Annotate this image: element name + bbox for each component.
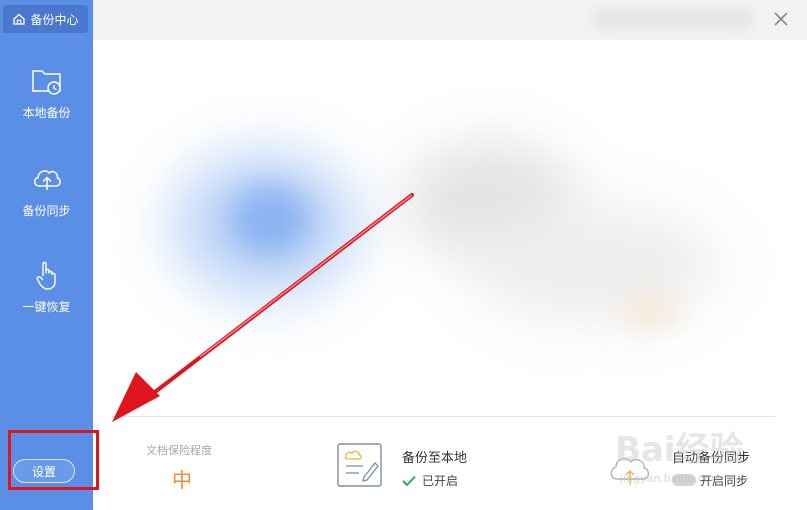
- home-icon: [13, 13, 26, 25]
- local-backup-icon: [337, 443, 382, 487]
- divider: [112, 416, 775, 417]
- sidebar-item-local-backup[interactable]: 本地备份: [0, 64, 93, 121]
- folder-clock-icon: [31, 70, 61, 95]
- hand-pointer-icon: [36, 261, 56, 290]
- sidebar-item-label: 备份同步: [22, 204, 71, 218]
- auto-sync-title: 自动备份同步: [672, 451, 751, 466]
- blurred-title-area: [593, 8, 753, 30]
- title-bar: [93, 0, 807, 40]
- protection-level-label: 文档保险程度: [146, 444, 212, 457]
- sidebar-item-backup-sync[interactable]: 备份同步: [0, 162, 93, 219]
- sidebar-item-label: 本地备份: [22, 106, 71, 120]
- cloud-upload-icon: [33, 170, 61, 190]
- local-backup-title: 备份至本地: [402, 451, 468, 466]
- brand-button[interactable]: 备份中心: [3, 5, 88, 33]
- close-icon[interactable]: [772, 10, 790, 28]
- brand-label: 备份中心: [30, 12, 79, 27]
- protection-level-value: 中: [172, 468, 192, 492]
- blurred-content: [230, 185, 310, 255]
- blurred-content: [620, 290, 680, 330]
- local-backup-status: 已开启: [402, 472, 458, 489]
- blurred-content: [470, 210, 720, 320]
- cloud-sync-icon: [610, 457, 650, 485]
- sidebar-item-one-click-restore[interactable]: 一键恢复: [0, 258, 93, 315]
- check-icon: [402, 475, 416, 486]
- auto-sync-status[interactable]: 开启同步: [700, 472, 748, 489]
- sync-toggle[interactable]: [672, 474, 696, 486]
- sidebar-item-label: 一键恢复: [22, 300, 71, 314]
- local-backup-status-text: 已开启: [422, 474, 459, 488]
- annotation-highlight-box: [8, 430, 99, 490]
